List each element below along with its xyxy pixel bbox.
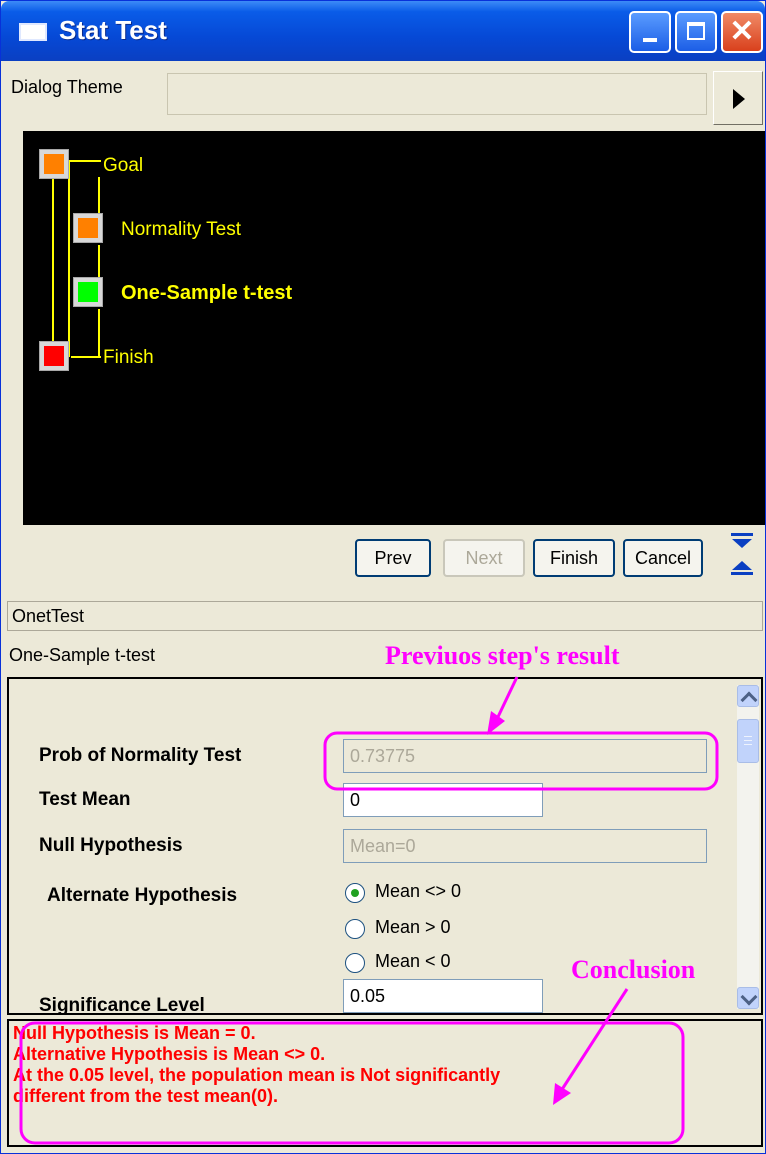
result-output-panel: Null Hypothesis is Mean = 0. Alternative… [7, 1019, 763, 1147]
result-line: Null Hypothesis is Mean = 0. [13, 1023, 256, 1043]
close-icon: ✕ [729, 15, 755, 48]
flow-node-status-icon [44, 154, 64, 174]
significance-level-label: Significance Level [39, 995, 205, 1016]
flow-node[interactable] [39, 149, 69, 179]
flow-node-status-icon [44, 346, 64, 366]
bar-icon [731, 533, 753, 536]
radio-button[interactable] [345, 919, 365, 939]
null-hypothesis-field: Mean=0 [343, 829, 707, 863]
collapse-down-button[interactable] [729, 533, 755, 549]
maximize-icon [687, 22, 705, 40]
dialog-subtitle: One-Sample t-test [9, 645, 156, 665]
title-bar[interactable]: Stat Test ✕ [1, 1, 765, 61]
chevron-down-icon [740, 988, 758, 1006]
result-line: At the 0.05 level, the population mean i… [13, 1065, 501, 1085]
dialog-theme-label: Dialog Theme [11, 77, 123, 97]
null-hypothesis-label: Null Hypothesis [39, 835, 183, 856]
radio-button[interactable] [345, 883, 365, 903]
test-mean-input[interactable]: 0 [343, 783, 543, 817]
result-line: Alternative Hypothesis is Mean <> 0. [13, 1044, 326, 1064]
scroll-thumb[interactable] [737, 719, 759, 763]
bar-icon [731, 572, 753, 575]
theme-menu-button[interactable] [713, 71, 763, 125]
scroll-up-button[interactable] [737, 685, 759, 709]
up-arrow-icon [732, 561, 752, 570]
radio-button[interactable] [345, 953, 365, 973]
alternate-hypothesis-label: Alternate Hypothesis [47, 885, 238, 906]
minimize-button[interactable] [629, 11, 671, 53]
conclusion-annotation: Conclusion [571, 955, 696, 984]
flow-node-label[interactable]: Goal [103, 155, 143, 177]
flow-node[interactable] [73, 213, 103, 243]
prob-normality-field: 0.73775 [343, 739, 707, 773]
down-arrow-icon [732, 539, 752, 548]
result-line: different from the test mean(0). [13, 1086, 279, 1106]
test-mean-label: Test Mean [39, 789, 131, 810]
next-button[interactable]: Next [443, 539, 525, 577]
flow-node-label[interactable]: Normality Test [121, 219, 241, 241]
window-icon [19, 23, 47, 41]
scroll-down-button[interactable] [737, 987, 759, 1009]
flow-tree-lines [52, 160, 101, 358]
dialog-theme-field[interactable] [167, 73, 707, 115]
flow-node-status-icon [78, 218, 98, 238]
prob-normality-label: Prob of Normality Test [39, 745, 242, 766]
flow-node[interactable] [39, 341, 69, 371]
significance-level-input[interactable]: 0.05 [343, 979, 543, 1013]
stat-test-dialog: Stat Test ✕ Dialog Theme Goal Normality … [0, 0, 766, 1154]
previous-result-annotation: Previuos step's result [385, 641, 620, 670]
flow-chart-panel: Goal Normality Test One-Sample t-test Finis… [23, 131, 765, 525]
radio-label: Mean < 0 [375, 951, 451, 971]
flow-node[interactable] [73, 277, 103, 307]
flow-node-label[interactable]: Finish [103, 347, 154, 369]
maximize-button[interactable] [675, 11, 717, 53]
flow-node-label[interactable]: One-Sample t-test [121, 282, 292, 305]
dialog-name-field: OnetTest [7, 601, 763, 631]
finish-button[interactable]: Finish [533, 539, 615, 577]
chevron-up-icon [740, 691, 758, 709]
panel-scrollbar[interactable] [737, 685, 759, 1009]
minimize-icon [643, 38, 657, 42]
radio-label: Mean <> 0 [375, 881, 462, 901]
close-button[interactable]: ✕ [721, 11, 763, 53]
expand-up-button[interactable] [729, 561, 755, 577]
window-title: Stat Test [59, 15, 167, 45]
flow-node-status-icon [78, 282, 98, 302]
radio-label: Mean > 0 [375, 917, 451, 937]
cancel-button[interactable]: Cancel [623, 539, 703, 577]
play-arrow-icon [733, 89, 745, 109]
prev-button[interactable]: Prev [355, 539, 431, 577]
